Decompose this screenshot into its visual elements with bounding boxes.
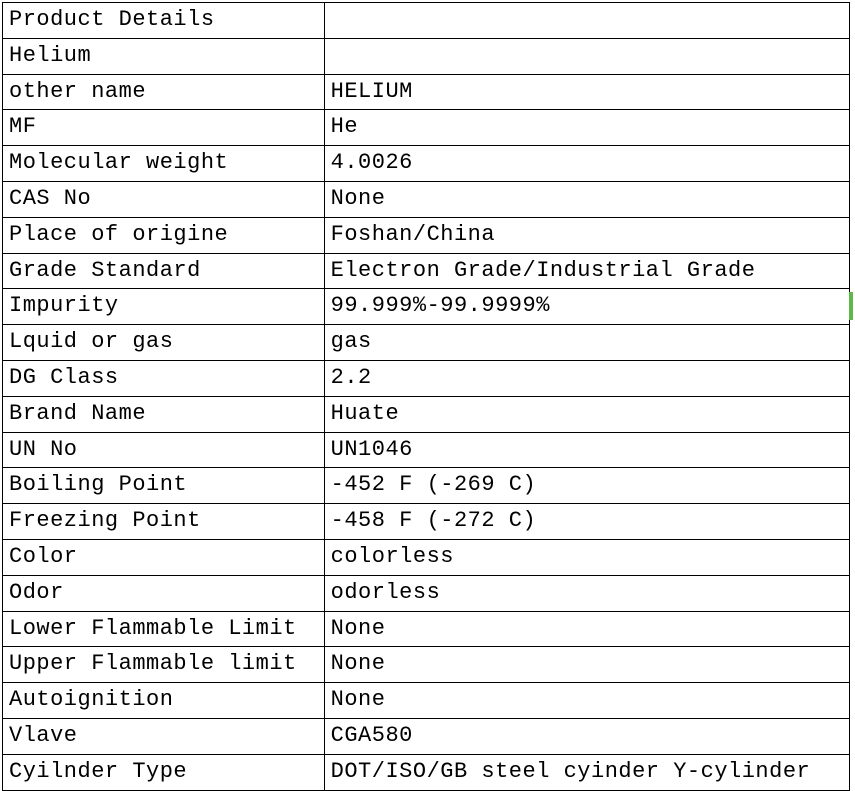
property-value: None xyxy=(324,181,849,217)
table-row: other nameHELIUM xyxy=(3,74,850,110)
property-value: Electron Grade/Industrial Grade xyxy=(324,253,849,289)
table-row: Odorodorless xyxy=(3,575,850,611)
property-label: Brand Name xyxy=(3,396,325,432)
property-value: -452 F (-269 C) xyxy=(324,468,849,504)
property-value: He xyxy=(324,110,849,146)
property-label: Product Details xyxy=(3,3,325,39)
property-value: None xyxy=(324,611,849,647)
table-row: Molecular weight4.0026 xyxy=(3,146,850,182)
property-label: Upper Flammable limit xyxy=(3,647,325,683)
property-value xyxy=(324,3,849,39)
property-value: 2.2 xyxy=(324,360,849,396)
property-label: MF xyxy=(3,110,325,146)
property-label: CAS No xyxy=(3,181,325,217)
property-label: UN No xyxy=(3,432,325,468)
table-row: Brand NameHuate xyxy=(3,396,850,432)
property-label: Molecular weight xyxy=(3,146,325,182)
table-row: AutoignitionNone xyxy=(3,683,850,719)
table-row: MFHe xyxy=(3,110,850,146)
property-label: other name xyxy=(3,74,325,110)
property-label: Cyilnder Type xyxy=(3,754,325,790)
table-row: Color colorless xyxy=(3,539,850,575)
property-label: Color xyxy=(3,539,325,575)
property-value: CGA580 xyxy=(324,718,849,754)
property-label: Lower Flammable Limit xyxy=(3,611,325,647)
property-label: Boiling Point xyxy=(3,468,325,504)
table-row: CAS NoNone xyxy=(3,181,850,217)
table-row: Upper Flammable limitNone xyxy=(3,647,850,683)
edit-marker-icon xyxy=(849,292,853,320)
table-row: Lower Flammable LimitNone xyxy=(3,611,850,647)
property-label: Autoignition xyxy=(3,683,325,719)
table-row: Boiling Point-452 F (-269 C) xyxy=(3,468,850,504)
table-row: Impurity99.999%-99.9999% xyxy=(3,289,850,325)
table-row: VlaveCGA580 xyxy=(3,718,850,754)
property-label: Helium xyxy=(3,38,325,74)
table-row: Cyilnder TypeDOT/ISO/GB steel cyinder Y-… xyxy=(3,754,850,790)
property-value: Foshan/China xyxy=(324,217,849,253)
table-row: Helium xyxy=(3,38,850,74)
property-value: Huate xyxy=(324,396,849,432)
table-body: Product Details Helium other nameHELIUM … xyxy=(3,3,850,791)
property-value: colorless xyxy=(324,539,849,575)
table-row: DG Class2.2 xyxy=(3,360,850,396)
table-row: Product Details xyxy=(3,3,850,39)
property-value: HELIUM xyxy=(324,74,849,110)
property-label: Impurity xyxy=(3,289,325,325)
property-value: gas xyxy=(324,325,849,361)
table-row: UN NoUN1046 xyxy=(3,432,850,468)
table-row: Lquid or gasgas xyxy=(3,325,850,361)
property-value: None xyxy=(324,683,849,719)
property-label: Lquid or gas xyxy=(3,325,325,361)
table-row: Place of origineFoshan/China xyxy=(3,217,850,253)
table-row: Grade StandardElectron Grade/Industrial … xyxy=(3,253,850,289)
property-value: -458 F (-272 C) xyxy=(324,504,849,540)
property-value: 99.999%-99.9999% xyxy=(324,289,849,325)
property-value: 4.0026 xyxy=(324,146,849,182)
property-value: UN1046 xyxy=(324,432,849,468)
property-label: Freezing Point xyxy=(3,504,325,540)
property-label: Odor xyxy=(3,575,325,611)
property-value: None xyxy=(324,647,849,683)
product-details-table: Product Details Helium other nameHELIUM … xyxy=(2,2,850,791)
table-row: Freezing Point -458 F (-272 C) xyxy=(3,504,850,540)
property-value xyxy=(324,38,849,74)
property-value: odorless xyxy=(324,575,849,611)
property-label: DG Class xyxy=(3,360,325,396)
property-label: Place of origine xyxy=(3,217,325,253)
property-value: DOT/ISO/GB steel cyinder Y-cylinder xyxy=(324,754,849,790)
property-label: Grade Standard xyxy=(3,253,325,289)
property-label: Vlave xyxy=(3,718,325,754)
